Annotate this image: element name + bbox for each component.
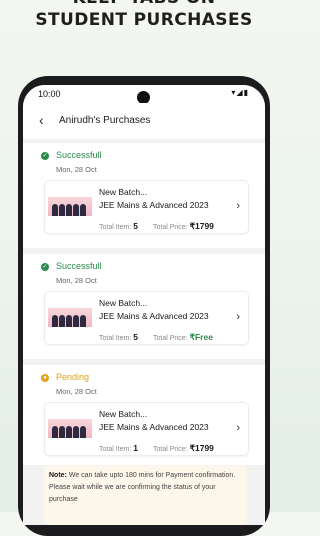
status-icons: ▾◢▮ xyxy=(231,88,249,97)
promo-line-2: STUDENT PURCHASES xyxy=(35,10,253,30)
batch-name: New Batch... xyxy=(99,187,148,197)
purchase-card[interactable]: New Batch... JEE Mains & Advanced 2023 T… xyxy=(44,291,249,345)
purchase-card[interactable]: New Batch... JEE Mains & Advanced 2023 T… xyxy=(44,180,249,234)
status-bar: 10:00 ▾◢▮ xyxy=(23,85,265,104)
total-price: Total Price: ₹Free xyxy=(153,332,213,342)
chevron-right-icon[interactable]: › xyxy=(236,422,240,434)
phone-screen: 10:00 ▾◢▮ ‹ Anirudh's Purchases ✓ Succes… xyxy=(23,85,265,525)
purchase-section: ✓ Successfull Mon, 28 Oct New Batch... J… xyxy=(23,143,265,248)
purchase-section: ● Pending Mon, 28 Oct New Batch... JEE M… xyxy=(23,365,265,465)
purchase-date: Mon, 28 Oct xyxy=(56,387,97,396)
chevron-right-icon[interactable]: › xyxy=(236,311,240,323)
course-name: JEE Mains & Advanced 2023 xyxy=(99,200,209,210)
purchase-section: ✓ Successfull Mon, 28 Oct New Batch... J… xyxy=(23,254,265,359)
course-thumbnail xyxy=(48,419,92,438)
pending-clock-icon: ● xyxy=(41,374,49,382)
purchase-card[interactable]: New Batch... JEE Mains & Advanced 2023 T… xyxy=(44,402,249,456)
note-text: We can take upto 180 mins for Payment co… xyxy=(49,472,236,503)
course-name: JEE Mains & Advanced 2023 xyxy=(99,311,209,321)
status-label: Successfull xyxy=(56,261,102,271)
success-check-icon: ✓ xyxy=(41,263,49,271)
course-thumbnail xyxy=(48,308,92,327)
status-time: 10:00 xyxy=(38,89,61,99)
app-header: ‹ Anirudh's Purchases xyxy=(23,103,265,139)
note-label: Note: xyxy=(49,472,67,479)
total-price: Total Price: ₹1799 xyxy=(153,443,214,453)
purchase-date: Mon, 28 Oct xyxy=(56,165,97,174)
course-name: JEE Mains & Advanced 2023 xyxy=(99,422,209,432)
success-check-icon: ✓ xyxy=(41,152,49,160)
batch-name: New Batch... xyxy=(99,409,148,419)
total-price: Total Price: ₹1799 xyxy=(153,221,214,231)
page-title: Anirudh's Purchases xyxy=(59,115,151,126)
total-items: Total Item: 5 xyxy=(99,221,138,231)
promo-line-1: KEEP TABS ON xyxy=(0,0,288,9)
back-arrow-icon[interactable]: ‹ xyxy=(39,112,44,128)
payment-note: Note: We can take upto 180 mins for Paym… xyxy=(44,465,247,525)
purchase-date: Mon, 28 Oct xyxy=(56,276,97,285)
batch-name: New Batch... xyxy=(99,298,148,308)
status-label: Successfull xyxy=(56,150,102,160)
total-items: Total Item: 1 xyxy=(99,443,138,453)
status-label: Pending xyxy=(56,372,90,382)
chevron-right-icon[interactable]: › xyxy=(236,200,240,212)
total-items: Total Item: 5 xyxy=(99,332,138,342)
course-thumbnail xyxy=(48,197,92,216)
